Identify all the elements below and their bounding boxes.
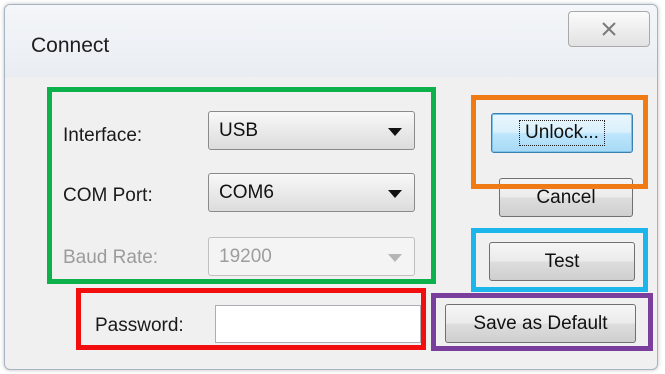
close-x-icon — [602, 22, 616, 36]
baud-rate-label: Baud Rate: — [63, 247, 159, 268]
connect-dialog: Connect Interface: USB COM Port: COM6 Ba… — [4, 4, 658, 370]
com-port-dropdown[interactable]: COM6 — [208, 173, 415, 212]
baud-rate-dropdown: 19200 — [208, 237, 415, 276]
password-label: Password: — [95, 315, 184, 336]
password-field[interactable] — [215, 305, 421, 343]
unlock-button-label: Unlock... — [519, 120, 605, 146]
test-button[interactable]: Test — [489, 242, 635, 281]
close-button[interactable] — [568, 11, 650, 47]
dialog-title: Connect — [31, 34, 110, 57]
chevron-down-icon — [388, 190, 402, 198]
unlock-button[interactable]: Unlock... — [491, 113, 633, 153]
interface-label: Interface: — [63, 125, 143, 146]
save-as-default-button[interactable]: Save as Default — [445, 304, 636, 343]
baud-rate-value: 19200 — [219, 245, 272, 267]
cancel-button[interactable]: Cancel — [499, 178, 633, 217]
interface-dropdown[interactable]: USB — [208, 111, 415, 150]
com-port-label: COM Port: — [63, 185, 153, 206]
chevron-down-icon — [388, 254, 402, 262]
title-bar[interactable]: Connect — [5, 5, 657, 77]
chevron-down-icon — [388, 128, 402, 136]
dialog-body: Interface: USB COM Port: COM6 Baud Rate:… — [11, 77, 651, 363]
interface-value: USB — [219, 119, 259, 141]
com-port-value: COM6 — [219, 181, 274, 203]
